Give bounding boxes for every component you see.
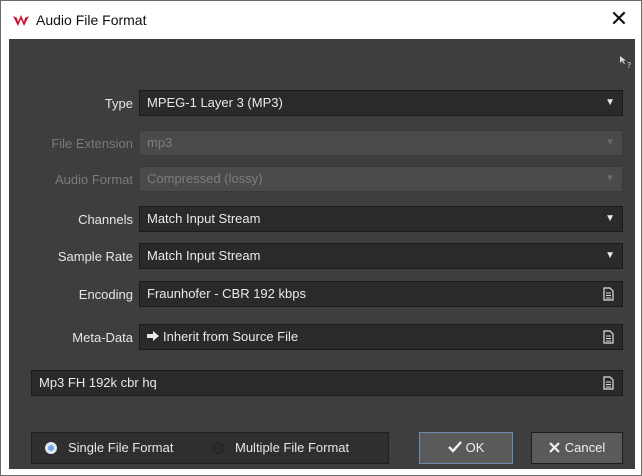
close-button[interactable]: ✕ (597, 1, 641, 39)
file-extension-dropdown: mp3 ▼ (139, 130, 623, 156)
type-dropdown[interactable]: MPEG-1 Layer 3 (MP3) ▼ (139, 90, 623, 116)
meta-data-label: Meta-Data (72, 330, 133, 345)
context-help-icon[interactable]: ? (619, 55, 633, 69)
channels-value: Match Input Stream (147, 211, 261, 226)
multiple-file-format-label[interactable]: Multiple File Format (235, 440, 349, 455)
ok-button[interactable]: OK (419, 432, 513, 464)
audio-format-value: Compressed (lossy) (147, 171, 263, 186)
type-value: MPEG-1 Layer 3 (MP3) (147, 95, 283, 110)
audio-format-label: Audio Format (54, 172, 133, 187)
x-icon (548, 442, 560, 453)
document-icon[interactable] (603, 330, 614, 344)
cancel-button[interactable]: Cancel (531, 432, 623, 464)
encoding-field[interactable]: Fraunhofer - CBR 192 kbps (139, 281, 623, 307)
preset-field[interactable]: Mp3 FH 192k cbr hq (31, 370, 623, 396)
encoding-value: Fraunhofer - CBR 192 kbps (147, 286, 306, 301)
dialog-body: ? Type MPEG-1 Layer 3 (MP3) ▼ File Exten… (9, 39, 635, 469)
sample-rate-label: Sample Rate (57, 249, 133, 264)
checkmark-icon (447, 441, 462, 453)
wavelab-logo-icon (13, 15, 29, 26)
chevron-down-icon: ▼ (605, 137, 615, 148)
file-extension-value: mp3 (147, 135, 173, 150)
format-mode-group: Single File Format Multiple File Format (31, 432, 389, 464)
arrow-right-icon (147, 331, 159, 341)
multiple-file-format-radio[interactable] (212, 442, 224, 454)
meta-data-value: Inherit from Source File (163, 329, 299, 344)
chevron-down-icon: ▼ (605, 97, 615, 108)
ok-label: OK (465, 440, 485, 455)
title-bar: Audio File Format ✕ (1, 1, 641, 39)
type-label: Type (104, 96, 133, 111)
chevron-down-icon: ▼ (605, 173, 615, 184)
sample-rate-dropdown[interactable]: Match Input Stream ▼ (139, 243, 623, 269)
encoding-label: Encoding (78, 287, 133, 302)
preset-value: Mp3 FH 192k cbr hq (39, 375, 157, 390)
file-extension-label: File Extension (51, 136, 133, 151)
audio-file-format-dialog: Audio File Format ✕ ? Type MPEG-1 Layer … (0, 0, 642, 476)
chevron-down-icon: ▼ (605, 250, 615, 261)
close-icon: ✕ (609, 6, 629, 31)
sample-rate-value: Match Input Stream (147, 248, 261, 263)
single-file-format-label[interactable]: Single File Format (68, 440, 173, 455)
window-title: Audio File Format (36, 12, 147, 28)
cancel-label: Cancel (564, 440, 606, 455)
channels-label: Channels (78, 212, 133, 227)
single-file-format-radio[interactable] (45, 442, 57, 454)
document-icon[interactable] (603, 287, 614, 301)
audio-format-dropdown: Compressed (lossy) ▼ (139, 166, 623, 192)
channels-dropdown[interactable]: Match Input Stream ▼ (139, 206, 623, 232)
document-icon[interactable] (603, 376, 614, 390)
chevron-down-icon: ▼ (605, 213, 615, 224)
svg-text:?: ? (627, 61, 631, 69)
meta-data-field[interactable]: Inherit from Source File (139, 324, 623, 350)
